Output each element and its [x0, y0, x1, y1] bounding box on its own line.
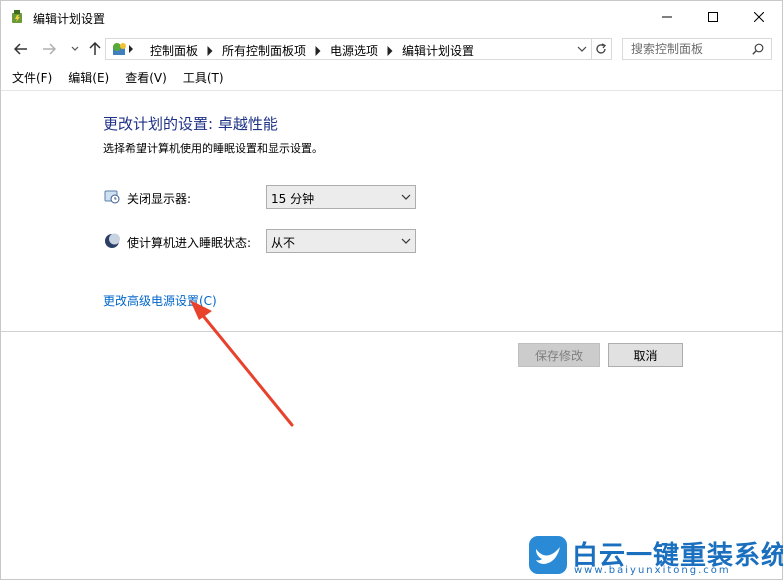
address-bar[interactable]: 控制面板 所有控制面板项 电源选项 编辑计划设置: [105, 38, 612, 60]
display-off-select[interactable]: 15 分钟: [266, 185, 416, 209]
menu-file[interactable]: 文件(F): [12, 67, 52, 89]
edit-plan-settings-window: 编辑计划设置 控制面板 所有控制面板项 电源选项 编辑计划设置 搜索控制面板 文…: [0, 0, 783, 580]
back-button[interactable]: [13, 41, 29, 57]
chevron-down-icon: [401, 238, 411, 244]
recent-locations-button[interactable]: [67, 41, 83, 57]
sleep-moon-icon: [105, 233, 120, 248]
breadcrumb-control-panel[interactable]: 控制面板: [150, 42, 198, 59]
address-divider: [591, 39, 592, 59]
page-description: 选择希望计算机使用的睡眠设置和显示设置。: [103, 142, 323, 155]
display-off-value: 15 分钟: [271, 192, 315, 206]
minimize-button[interactable]: [644, 1, 690, 33]
search-field[interactable]: [622, 38, 772, 60]
search-input[interactable]: [631, 41, 746, 57]
breadcrumb-all-items[interactable]: 所有控制面板项: [222, 42, 306, 59]
back-arrow-icon: [14, 43, 27, 55]
display-timer-icon: [104, 190, 120, 204]
chevron-right-icon[interactable]: [314, 45, 322, 56]
forward-arrow-icon: [43, 43, 56, 55]
power-options-icon: [12, 10, 22, 23]
chevron-down-icon: [71, 46, 79, 51]
bird-logo-icon: [529, 536, 567, 574]
cancel-button[interactable]: 取消: [608, 343, 683, 367]
breadcrumb-power-options[interactable]: 电源选项: [330, 42, 378, 59]
display-off-label: 关闭显示器:: [127, 192, 192, 206]
search-icon[interactable]: [752, 43, 764, 55]
menu-tools[interactable]: 工具(T): [183, 67, 224, 89]
forward-button[interactable]: [41, 41, 57, 57]
control-panel-icon: [113, 43, 126, 55]
content-divider: [1, 331, 782, 332]
chevron-down-icon: [401, 194, 411, 200]
save-changes-button[interactable]: 保存修改: [518, 343, 600, 367]
sleep-value: 从不: [271, 236, 296, 250]
menu-bar: 文件(F) 编辑(E) 查看(V) 工具(T): [1, 67, 782, 89]
address-dropdown-icon[interactable]: [577, 46, 587, 52]
watermark-url: www.baiyunxitong.com: [574, 565, 731, 576]
window-title: 编辑计划设置: [33, 12, 106, 26]
up-button[interactable]: [87, 41, 103, 57]
maximize-icon: [708, 12, 718, 22]
main-content: 更改计划的设置: 卓越性能 选择希望计算机使用的睡眠设置和显示设置。 关闭显示器…: [1, 91, 782, 579]
menu-view[interactable]: 查看(V): [125, 67, 167, 89]
up-arrow-icon: [89, 42, 101, 55]
refresh-icon[interactable]: [595, 43, 607, 55]
close-button[interactable]: [736, 1, 782, 33]
breadcrumb: 控制面板 所有控制面板项 电源选项 编辑计划设置: [150, 42, 474, 59]
sleep-select[interactable]: 从不: [266, 229, 416, 253]
title-bar[interactable]: 编辑计划设置: [1, 1, 782, 34]
menu-edit[interactable]: 编辑(E): [68, 67, 109, 89]
address-toolbar: 控制面板 所有控制面板项 电源选项 编辑计划设置: [1, 34, 782, 64]
minimize-icon: [662, 16, 672, 18]
page-title: 更改计划的设置: 卓越性能: [103, 115, 278, 133]
chevron-right-icon[interactable]: [386, 45, 394, 56]
watermark: 白云一键重装系统 www.baiyunxitong.com: [528, 535, 783, 577]
maximize-button[interactable]: [690, 1, 736, 33]
sleep-label: 使计算机进入睡眠状态:: [127, 236, 252, 250]
chevron-right-icon[interactable]: [206, 45, 214, 56]
chevron-right-icon: [129, 45, 133, 53]
breadcrumb-edit-plan[interactable]: 编辑计划设置: [402, 42, 474, 59]
close-icon: [754, 12, 764, 22]
advanced-power-settings-link[interactable]: 更改高级电源设置(C): [103, 292, 217, 309]
